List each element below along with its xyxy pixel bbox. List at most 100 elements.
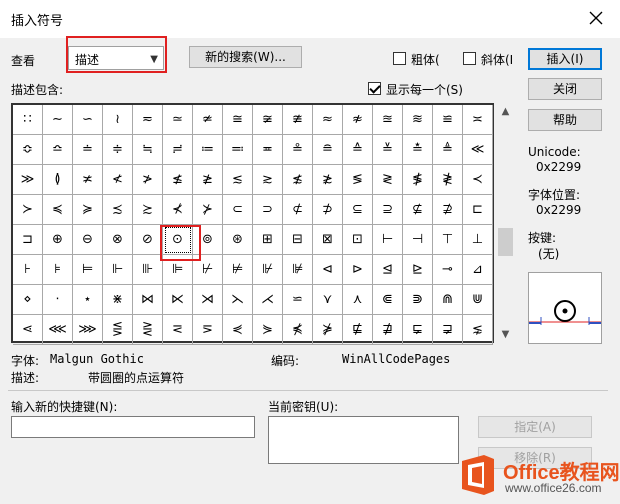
show-each-checkbox[interactable] xyxy=(368,82,381,95)
symbol-cell[interactable]: ⊣ xyxy=(403,225,433,255)
symbol-cell[interactable]: ⋠ xyxy=(283,315,313,345)
symbol-cell[interactable]: ⋜ xyxy=(163,315,193,345)
symbol-cell[interactable]: ⋟ xyxy=(253,315,283,345)
symbol-cell[interactable]: ≪ xyxy=(463,135,493,165)
symbol-cell[interactable]: ⊪ xyxy=(133,255,163,285)
symbol-cell[interactable]: ⊮ xyxy=(253,255,283,285)
symbol-cell[interactable]: ⊖ xyxy=(73,225,103,255)
symbol-cell[interactable]: ≱ xyxy=(193,165,223,195)
symbol-cell[interactable]: ≻ xyxy=(13,195,43,225)
symbol-cell[interactable]: ⋐ xyxy=(373,285,403,315)
symbol-cell[interactable]: ⊈ xyxy=(403,195,433,225)
symbol-cell[interactable]: ⋈ xyxy=(133,285,163,315)
symbol-cell[interactable]: ⊥ xyxy=(463,225,493,255)
symbol-cell[interactable]: ⊛ xyxy=(223,225,253,255)
symbol-cell[interactable]: ≘ xyxy=(313,135,343,165)
symbol-cell[interactable]: ≺ xyxy=(463,165,493,195)
symbol-cell[interactable]: ⋊ xyxy=(193,285,223,315)
symbol-cell[interactable]: ≾ xyxy=(103,195,133,225)
symbol-cell[interactable]: ⋇ xyxy=(103,285,133,315)
symbol-cell[interactable]: ⋣ xyxy=(373,315,403,345)
symbol-cell[interactable]: ⊡ xyxy=(343,225,373,255)
symbol-cell[interactable]: ≗ xyxy=(283,135,313,165)
new-shortcut-input[interactable] xyxy=(11,416,255,438)
symbol-cell[interactable]: ≕ xyxy=(223,135,253,165)
assign-button[interactable]: 指定(A) xyxy=(478,416,592,438)
symbol-cell[interactable]: ⋝ xyxy=(193,315,223,345)
symbol-cell[interactable]: ≹ xyxy=(433,165,463,195)
symbol-cell[interactable]: ≬ xyxy=(43,165,73,195)
symbol-cell[interactable]: ≯ xyxy=(133,165,163,195)
symbol-cell[interactable]: ⋏ xyxy=(343,285,373,315)
symbol-cell[interactable]: ⊏ xyxy=(463,195,493,225)
symbol-cell[interactable]: ⊘ xyxy=(133,225,163,255)
italic-checkbox[interactable] xyxy=(463,52,476,65)
symbol-cell[interactable]: ⊂ xyxy=(223,195,253,225)
symbol-cell[interactable]: ⊗ xyxy=(103,225,133,255)
symbol-cell[interactable]: ⊢ xyxy=(373,225,403,255)
symbol-cell[interactable]: ≼ xyxy=(43,195,73,225)
symbol-cell[interactable]: ≶ xyxy=(343,165,373,195)
symbol-cell[interactable]: ≄ xyxy=(193,105,223,135)
symbol-cell[interactable]: ⋢ xyxy=(343,315,373,345)
symbol-cell[interactable]: ≉ xyxy=(343,105,373,135)
symbol-cell[interactable]: ⋒ xyxy=(433,285,463,315)
symbol-cell[interactable]: ≃ xyxy=(163,105,193,135)
grid-scrollbar[interactable]: ▲ ▼ xyxy=(497,103,514,343)
symbol-cell[interactable]: ⊯ xyxy=(283,255,313,285)
symbol-cell[interactable]: ≈ xyxy=(313,105,343,135)
symbol-cell[interactable]: ⊁ xyxy=(193,195,223,225)
symbol-cell[interactable]: ⋙ xyxy=(73,315,103,345)
symbol-cell[interactable]: ⊵ xyxy=(403,255,433,285)
symbol-cell[interactable]: ⊐ xyxy=(13,225,43,255)
symbol-cell[interactable]: ≵ xyxy=(313,165,343,195)
symbol-cell[interactable]: ⋖ xyxy=(13,315,43,345)
symbol-cell[interactable]: ⊬ xyxy=(193,255,223,285)
symbol-cell[interactable]: ≑ xyxy=(103,135,133,165)
symbol-cell[interactable]: ⊨ xyxy=(73,255,103,285)
symbol-cell[interactable]: ∼ xyxy=(43,105,73,135)
symbol-cell[interactable]: ≮ xyxy=(103,165,133,195)
symbol-cell[interactable]: ⋉ xyxy=(163,285,193,315)
symbol-cell[interactable]: ⊉ xyxy=(433,195,463,225)
symbol-cell[interactable]: ≲ xyxy=(223,165,253,195)
symbol-cell[interactable]: ⊀ xyxy=(163,195,193,225)
symbol-cell[interactable]: ⊫ xyxy=(163,255,193,285)
scroll-down-icon[interactable]: ▼ xyxy=(497,326,514,343)
view-combobox[interactable]: 描述 ▼ xyxy=(68,46,164,70)
symbol-cell[interactable]: ≌ xyxy=(433,105,463,135)
insert-button[interactable]: 插入(I) xyxy=(528,48,602,70)
symbol-cell[interactable]: ⊿ xyxy=(463,255,493,285)
symbol-cell[interactable]: ≖ xyxy=(253,135,283,165)
symbol-cell[interactable]: ⊆ xyxy=(343,195,373,225)
symbol-cell[interactable]: ≋ xyxy=(403,105,433,135)
symbol-cell[interactable]: ≂ xyxy=(133,105,163,135)
symbol-cell[interactable]: ⋍ xyxy=(283,285,313,315)
symbol-cell[interactable]: ⋌ xyxy=(253,285,283,315)
symbol-cell[interactable]: ⋥ xyxy=(433,315,463,345)
symbol-cell[interactable]: ≇ xyxy=(283,105,313,135)
symbol-cell[interactable]: ⊴ xyxy=(373,255,403,285)
symbol-cell[interactable]: ≐ xyxy=(73,135,103,165)
symbol-cell[interactable]: ≀ xyxy=(103,105,133,135)
symbol-cell[interactable]: ≔ xyxy=(193,135,223,165)
symbol-cell[interactable]: ≷ xyxy=(373,165,403,195)
symbol-cell[interactable]: ≓ xyxy=(163,135,193,165)
symbol-cell[interactable]: ≸ xyxy=(403,165,433,195)
symbol-cell[interactable]: ⊚ xyxy=(193,225,223,255)
symbol-cell[interactable]: ⊕ xyxy=(43,225,73,255)
symbol-cell[interactable]: ⋋ xyxy=(223,285,253,315)
symbol-cell[interactable]: ∷ xyxy=(13,105,43,135)
symbol-cell[interactable]: ⋡ xyxy=(313,315,343,345)
symbol-cell[interactable]: ⋤ xyxy=(403,315,433,345)
symbol-cell[interactable]: ⊩ xyxy=(103,255,133,285)
symbol-cell[interactable]: ⋦ xyxy=(463,315,493,345)
symbol-cell[interactable]: ⊭ xyxy=(223,255,253,285)
close-icon[interactable] xyxy=(586,8,606,28)
symbol-cell[interactable]: ≛ xyxy=(403,135,433,165)
symbol-cell[interactable]: ⊙ xyxy=(163,225,193,255)
symbol-cell[interactable]: ≊ xyxy=(373,105,403,135)
symbol-cell[interactable]: ≚ xyxy=(373,135,403,165)
symbol-cell[interactable]: ≙ xyxy=(343,135,373,165)
symbol-cell[interactable]: ≰ xyxy=(163,165,193,195)
